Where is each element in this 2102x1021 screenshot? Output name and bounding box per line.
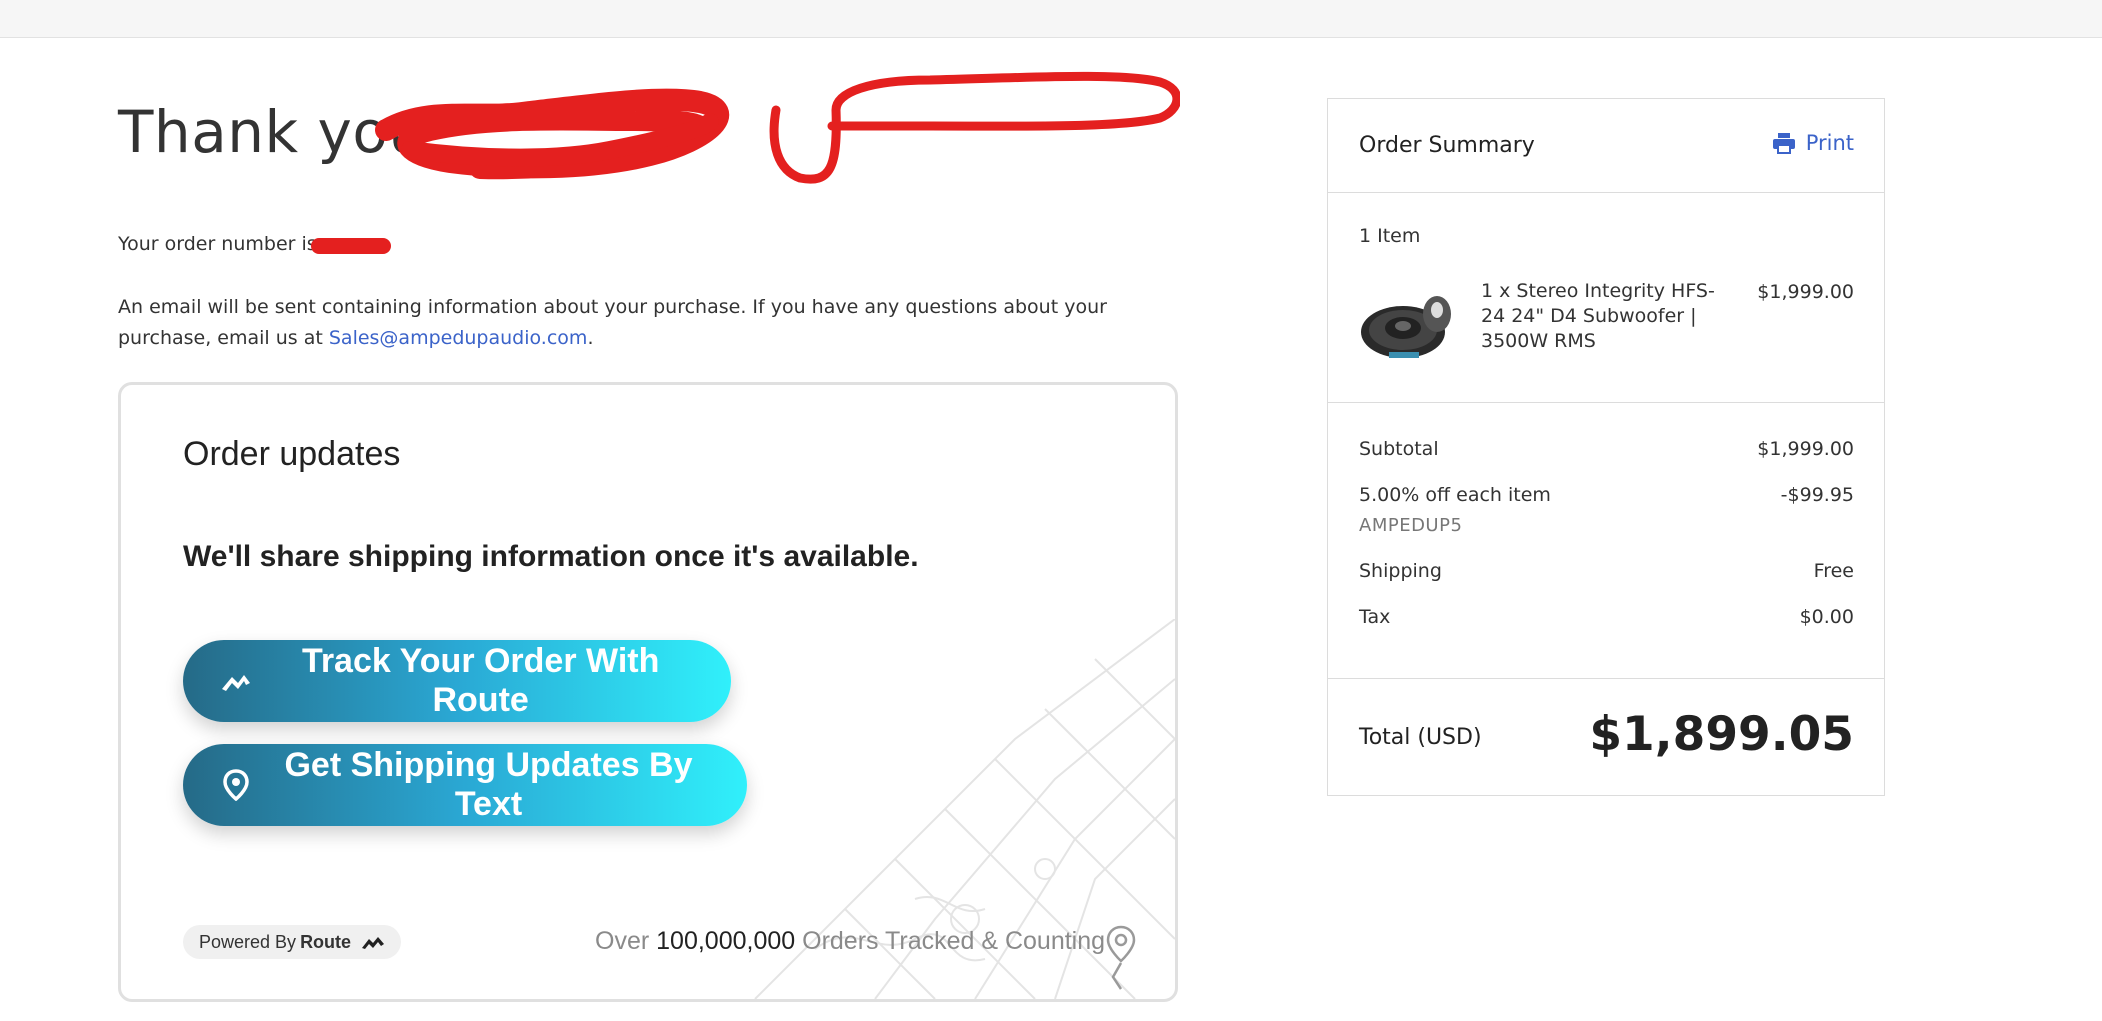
total-label: Total (USD) xyxy=(1359,725,1482,750)
track-order-button[interactable]: Track Your Order With Route xyxy=(183,640,731,722)
location-pin-icon xyxy=(219,767,252,803)
track-order-label: Track Your Order With Route xyxy=(301,642,660,719)
order-total-section: Total (USD) $1,899.05 xyxy=(1328,679,1884,797)
subwoofer-product-image xyxy=(1361,296,1451,358)
item-price: $1,999.00 xyxy=(1757,281,1854,303)
order-updates-title: Order updates xyxy=(183,435,401,473)
discount-row: 5.00% off each item -$99.95 xyxy=(1359,484,1854,506)
shipping-info-message: We'll share shipping information once it… xyxy=(183,540,919,573)
order-number-label: Your order number is xyxy=(118,233,317,255)
subtotal-row: Subtotal $1,999.00 xyxy=(1359,438,1854,460)
powered-by-route-badge[interactable]: Powered By Route xyxy=(183,925,402,959)
print-label: Print xyxy=(1805,131,1854,155)
order-summary-panel: Order Summary Print 1 Item 1 x Stereo In… xyxy=(1327,98,1885,796)
printer-icon xyxy=(1772,133,1795,154)
order-totals-section: Subtotal $1,999.00 5.00% off each item -… xyxy=(1328,403,1884,679)
order-updates-card: Order updates We'll share shipping infor… xyxy=(118,382,1178,1002)
order-number-redaction xyxy=(311,238,391,254)
map-pin-icon xyxy=(1106,925,1136,990)
tax-row: Tax $0.00 xyxy=(1359,606,1854,628)
order-summary-title: Order Summary xyxy=(1359,133,1535,158)
email-info: An email will be sent containing informa… xyxy=(118,296,1107,349)
print-button[interactable]: Print xyxy=(1772,131,1854,155)
orders-tracked-counter: Over 100,000,000 Orders Tracked & Counti… xyxy=(595,927,1106,955)
sales-email-link[interactable]: Sales@ampedupaudio.com xyxy=(329,327,588,349)
total-value: $1,899.05 xyxy=(1589,707,1854,762)
shipping-text-updates-button[interactable]: Get Shipping Updates By Text xyxy=(183,744,747,826)
shipping-text-label: Get Shipping Updates By Text xyxy=(284,746,693,823)
order-items-section: 1 Item 1 x Stereo Integrity HFS-24 24" D… xyxy=(1328,193,1884,403)
route-logo-icon xyxy=(219,663,252,699)
redaction-scribble xyxy=(375,71,1180,184)
browser-top-bar xyxy=(0,0,2102,38)
order-summary-header: Order Summary Print xyxy=(1328,99,1884,193)
item-name: 1 x Stereo Integrity HFS-24 24" D4 Subwo… xyxy=(1481,280,1715,352)
shipping-row: Shipping Free xyxy=(1359,560,1854,582)
discount-code: AMPEDUP5 xyxy=(1359,515,1463,536)
order-number-line: Your order number is xyxy=(118,233,317,255)
items-count: 1 Item xyxy=(1359,225,1421,247)
route-logo-icon xyxy=(362,937,385,949)
